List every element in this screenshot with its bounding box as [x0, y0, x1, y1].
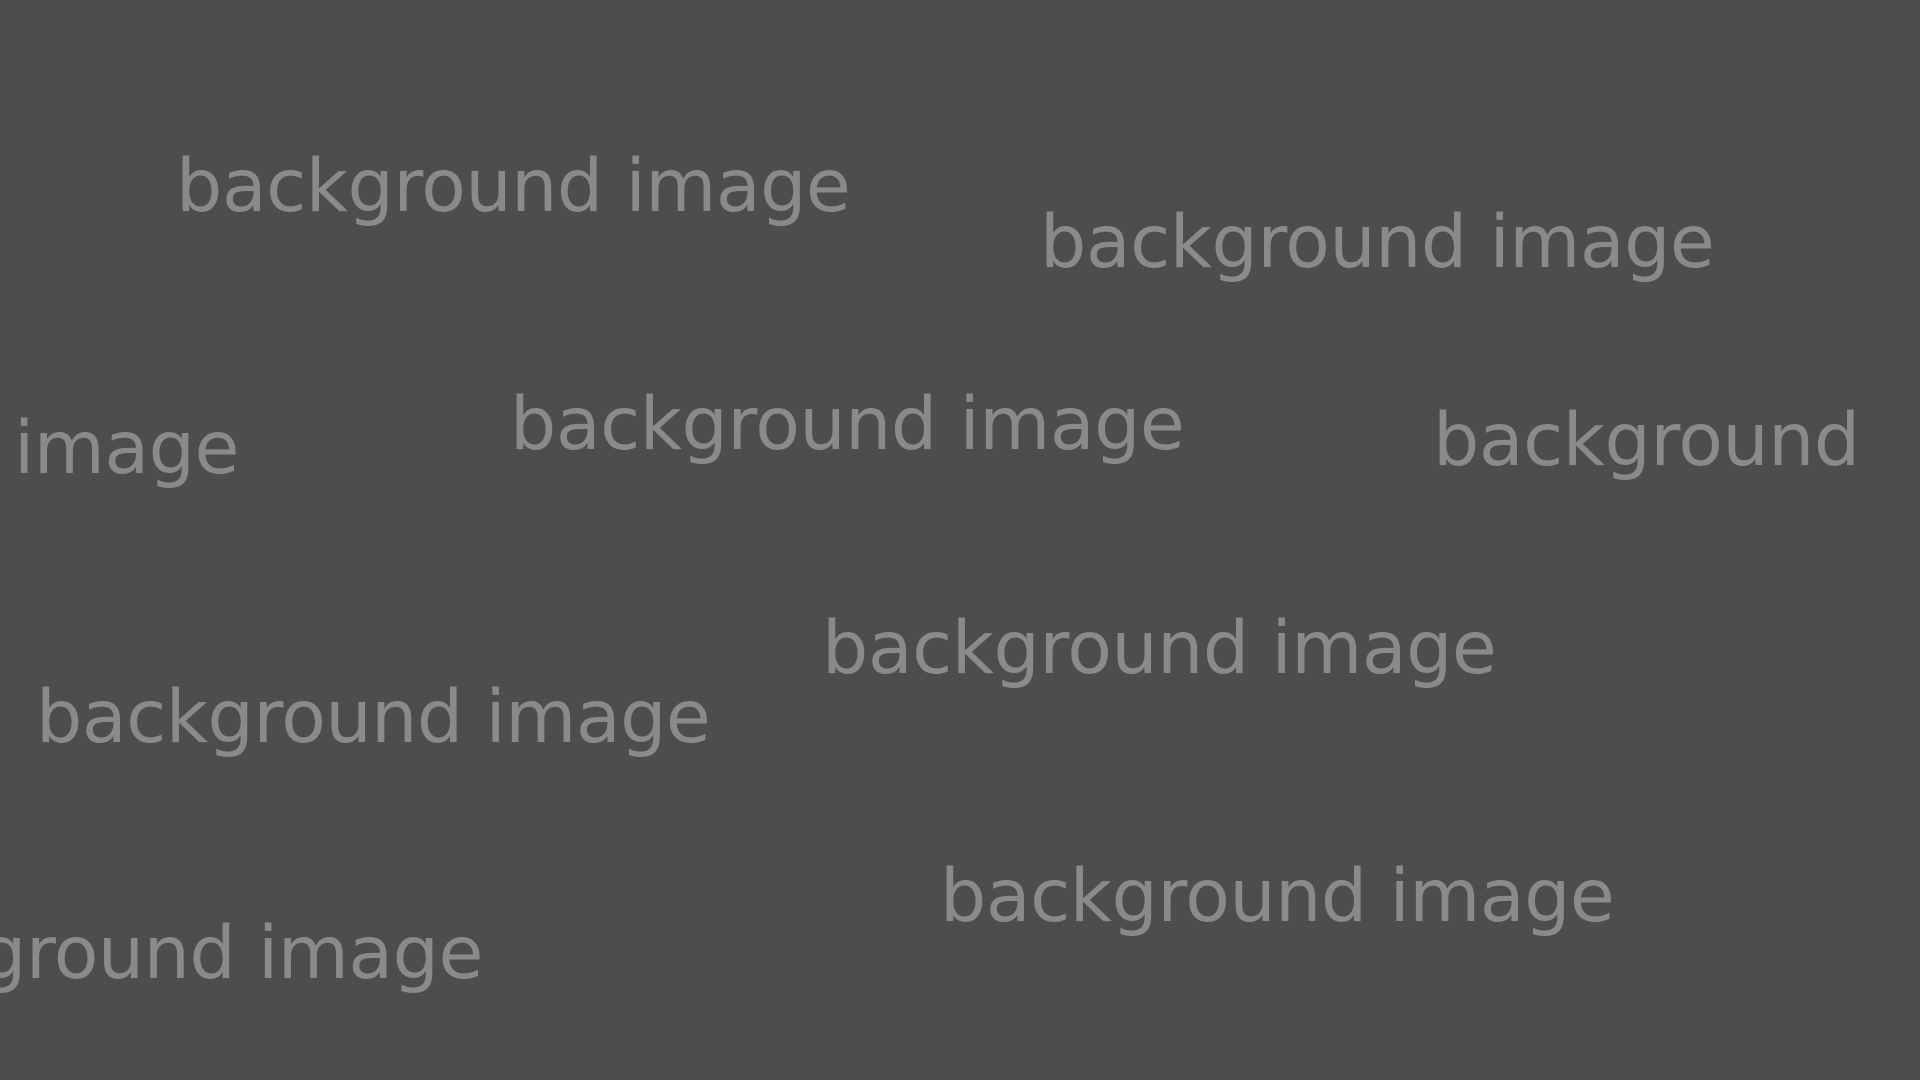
background-label: background image [36, 675, 711, 760]
background-label: ground image [0, 911, 483, 996]
desktop-background: background image background image image … [0, 0, 1920, 1080]
background-label: background image [510, 382, 1185, 467]
background-label: image [14, 406, 239, 491]
background-label: background image [940, 854, 1615, 939]
background-label: background image [822, 606, 1497, 691]
background-label: background image [1040, 200, 1715, 285]
background-label: background [1433, 398, 1860, 483]
background-label: background image [176, 144, 851, 229]
